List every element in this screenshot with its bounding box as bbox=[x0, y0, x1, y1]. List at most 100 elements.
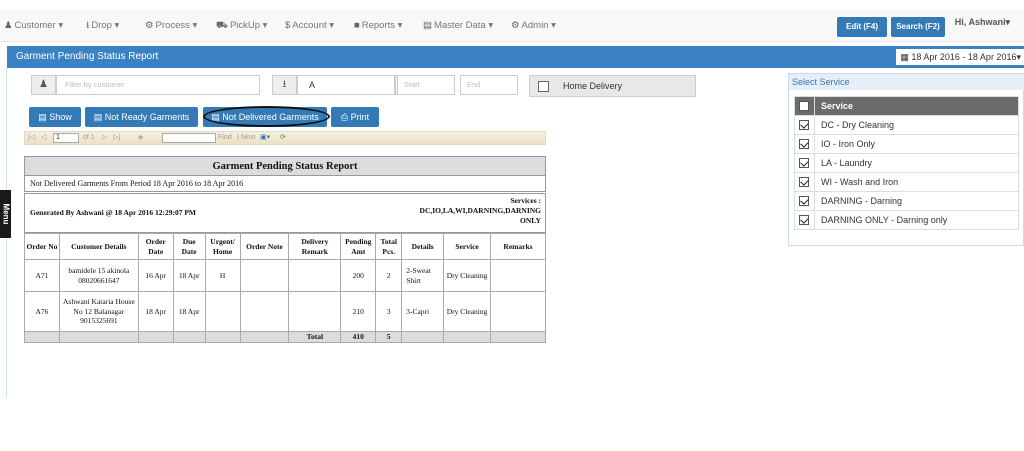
cell bbox=[288, 291, 342, 332]
print-button[interactable]: ⎙ Print bbox=[331, 107, 379, 127]
service-row-darning-only[interactable]: DARNING ONLY - Darning only bbox=[794, 210, 1019, 230]
service-checkbox[interactable] bbox=[799, 139, 809, 150]
cell: Dry Cleaning bbox=[443, 291, 492, 332]
next-page-icon[interactable]: ▷ bbox=[102, 132, 107, 144]
date-range-picker[interactable]: ▦ 18 Apr 2016 - 18 Apr 2016▾ bbox=[896, 49, 1024, 65]
service-checkbox[interactable] bbox=[799, 196, 809, 207]
cell: bamidele 15 akinola 08020661647 bbox=[58, 259, 139, 292]
service-row-la[interactable]: LA - Laundry bbox=[794, 153, 1019, 173]
show-button[interactable]: ▤ Show bbox=[29, 107, 81, 127]
select-service-panel: Select Service Service DC - Dry Cleaning… bbox=[788, 73, 1024, 246]
user-greeting[interactable]: Hi, Ashwani▾ bbox=[955, 10, 1010, 34]
download-icon: ⭳ bbox=[282, 79, 287, 90]
nav-process[interactable]: ⚙ Process ▾ bbox=[145, 10, 197, 42]
service-row-dc[interactable]: DC - Dry Cleaning bbox=[794, 115, 1019, 135]
col-urgent-home: Urgent/ Home bbox=[204, 233, 241, 260]
report-subtitle: Not Delivered Garments From Period 18 Ap… bbox=[24, 176, 546, 192]
store-icon-box: ⭳ bbox=[272, 75, 297, 95]
cell bbox=[239, 259, 290, 292]
cell bbox=[204, 291, 241, 332]
home-delivery-checkbox[interactable] bbox=[538, 81, 549, 92]
calendar-icon: ▦ bbox=[900, 52, 909, 62]
service-checkbox[interactable] bbox=[799, 215, 809, 226]
service-row-io[interactable]: IO - Iron Only bbox=[794, 134, 1019, 154]
select-service-title: Select Service bbox=[789, 74, 1024, 90]
page-title: Garment Pending Status Report bbox=[16, 51, 159, 62]
home-delivery-toggle[interactable]: Home Delivery bbox=[529, 75, 696, 97]
back-icon[interactable]: ◈ bbox=[138, 132, 143, 144]
toolbar-separator: | bbox=[237, 134, 239, 141]
report-generated-box: Generated By Ashwani @ 18 Apr 2016 12:29… bbox=[24, 193, 546, 233]
find-input[interactable] bbox=[162, 133, 216, 143]
customer-filter-input[interactable]: Filter by customer bbox=[56, 75, 260, 95]
col-pending-amt: Pending Amt bbox=[340, 233, 377, 260]
car-icon: ⛟ bbox=[216, 20, 228, 31]
report-viewer-toolbar: |◁ ◁ 1 of 1 ▷ ▷| ◈ Find | Next ▣▾ ⟳ bbox=[24, 131, 546, 145]
col-order-no: Order No bbox=[24, 233, 60, 260]
nav-admin[interactable]: ⚙ Admin ▾ bbox=[511, 10, 556, 42]
next-link[interactable]: Next bbox=[241, 132, 255, 144]
page-number-input[interactable]: 1 bbox=[53, 133, 79, 143]
nav-pickup[interactable]: ⛟ PickUp ▾ bbox=[216, 10, 267, 42]
select-all-checkbox[interactable] bbox=[799, 101, 809, 112]
refresh-icon[interactable]: ⟳ bbox=[280, 132, 286, 144]
find-link[interactable]: Find bbox=[218, 132, 232, 144]
cell: A76 bbox=[24, 291, 60, 332]
export-icon[interactable]: ▣▾ bbox=[260, 132, 270, 144]
list-icon: ▤ bbox=[38, 112, 47, 122]
top-navbar: ♟ Customer ▾ ⭳ Drop ▾ ⚙ Process ▾ ⛟ PickUp ▾… bbox=[0, 10, 1024, 42]
col-remarks: Remarks bbox=[490, 233, 546, 260]
cell: 210 bbox=[340, 291, 377, 332]
col-delivery-remark: Delivery Remark bbox=[288, 233, 342, 260]
cell: A71 bbox=[24, 259, 60, 292]
report-title: Garment Pending Status Report bbox=[24, 156, 546, 176]
col-order-note: Order Note bbox=[239, 233, 290, 260]
page-count: of 1 bbox=[83, 134, 95, 141]
last-page-icon[interactable]: ▷| bbox=[113, 132, 120, 144]
nav-account[interactable]: $ Account ▾ bbox=[285, 10, 334, 42]
cell: 18 Apr bbox=[137, 291, 174, 332]
search-button[interactable]: Search (F2) bbox=[891, 17, 945, 37]
services-summary: Services : DC,IO,LA,WI,DARNING,DARNING O… bbox=[419, 196, 541, 225]
report-header-row: Order No Customer Details Order Date Due… bbox=[24, 233, 546, 260]
cell: 3 bbox=[375, 291, 403, 332]
start-date-input[interactable]: Start bbox=[397, 75, 455, 95]
nav-master-data[interactable]: ▤ Master Data ▾ bbox=[423, 10, 493, 42]
cell: 2 bbox=[375, 259, 403, 292]
service-checkbox[interactable] bbox=[799, 158, 809, 169]
col-due-date: Due Date bbox=[172, 233, 206, 260]
table-row: A71 bamidele 15 akinola 08020661647 16 A… bbox=[24, 259, 546, 292]
user-icon: ♟ bbox=[4, 20, 13, 31]
store-select[interactable]: A bbox=[297, 75, 395, 95]
cell bbox=[288, 259, 342, 292]
end-date-input[interactable]: End bbox=[460, 75, 518, 95]
nav-reports[interactable]: ■ Reports ▾ bbox=[354, 10, 402, 42]
nav-drop[interactable]: ⭳ Drop ▾ bbox=[86, 10, 119, 42]
download-icon: ⭳ bbox=[86, 20, 90, 31]
total-row: Total 410 5 bbox=[24, 331, 546, 343]
first-page-icon[interactable]: |◁ bbox=[28, 132, 35, 144]
dollar-icon: $ bbox=[285, 20, 291, 31]
service-row-wi[interactable]: WI - Wash and Iron bbox=[794, 172, 1019, 192]
not-delivered-garments-button[interactable]: ▤ Not Delivered Garments bbox=[203, 107, 327, 127]
nav-customer[interactable]: ♟ Customer ▾ bbox=[4, 10, 63, 42]
service-header-row: Service bbox=[794, 96, 1019, 116]
book-icon: ■ bbox=[354, 20, 360, 31]
cell: Dry Cleaning bbox=[443, 259, 492, 292]
list-icon: ▤ bbox=[423, 20, 432, 31]
print-icon: ⎙ bbox=[340, 112, 349, 122]
cell bbox=[490, 259, 546, 292]
total-pcs: 5 bbox=[375, 331, 403, 343]
edit-button[interactable]: Edit (F4) bbox=[837, 17, 887, 37]
menu-tab[interactable]: Menu bbox=[0, 190, 11, 238]
cell: 18 Apr bbox=[172, 291, 206, 332]
page-title-bar: Garment Pending Status Report ▦ 18 Apr 2… bbox=[7, 46, 1024, 68]
prev-page-icon[interactable]: ◁ bbox=[41, 132, 46, 144]
service-checkbox[interactable] bbox=[799, 120, 809, 131]
not-ready-garments-button[interactable]: ▤ Not Ready Garments bbox=[85, 107, 198, 127]
cell bbox=[239, 291, 290, 332]
service-row-darning[interactable]: DARNING - Darning bbox=[794, 191, 1019, 211]
service-checkbox[interactable] bbox=[799, 177, 809, 188]
service-table: Service DC - Dry Cleaning IO - Iron Only… bbox=[794, 96, 1019, 230]
user-icon: ♟ bbox=[39, 79, 48, 90]
